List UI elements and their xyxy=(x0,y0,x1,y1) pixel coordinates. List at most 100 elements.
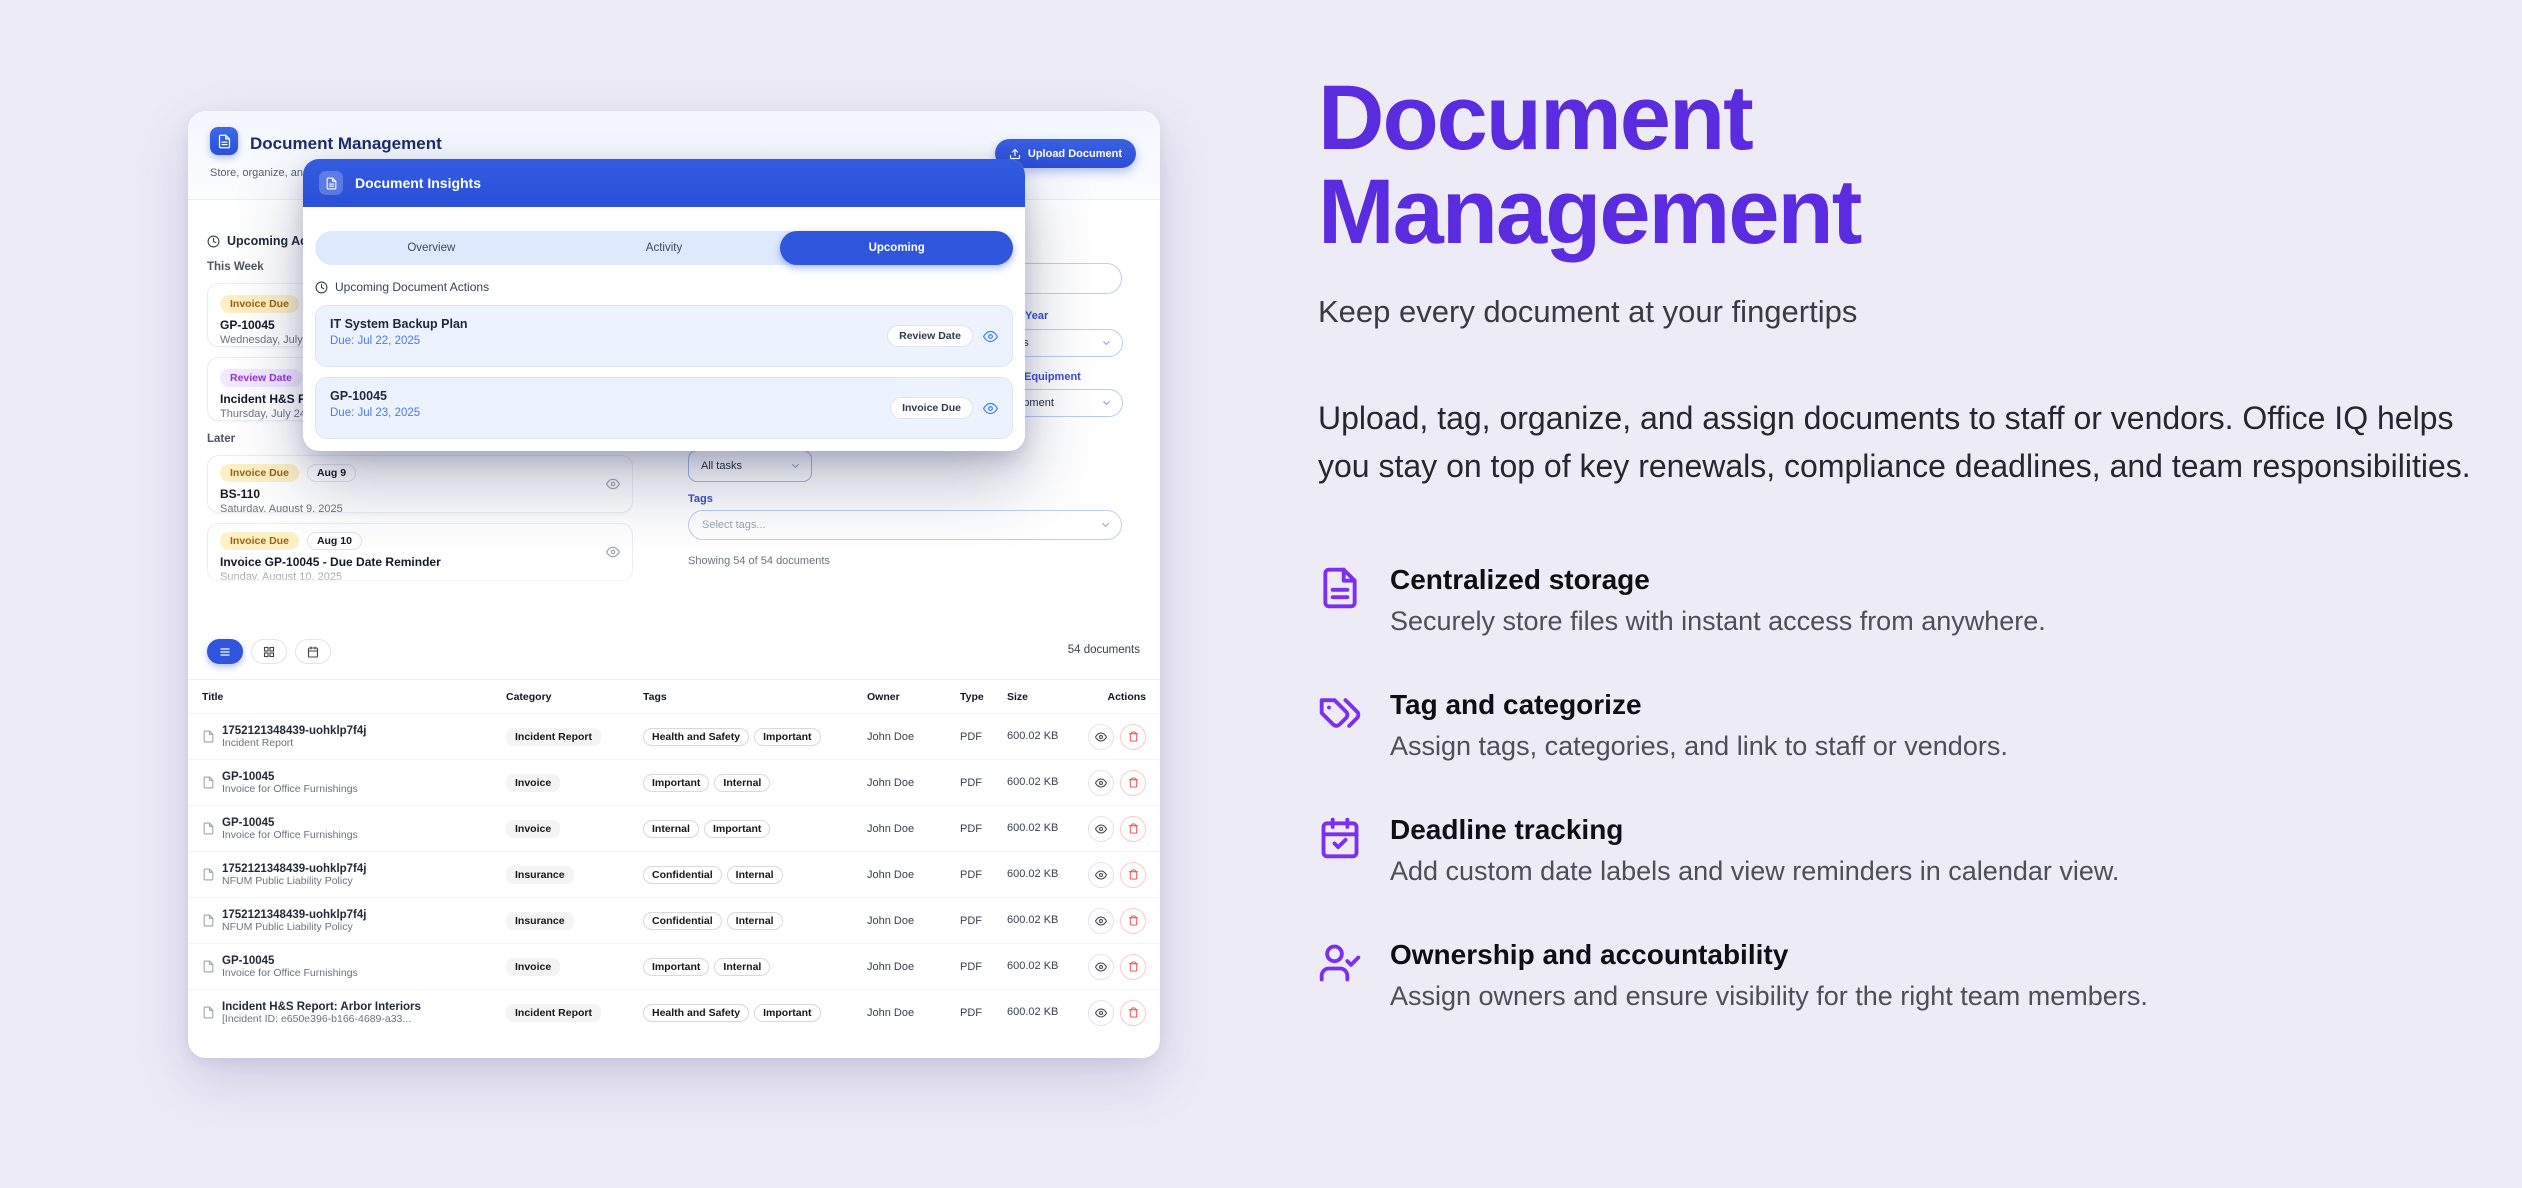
tags-filter-label: Tags xyxy=(688,493,713,505)
modal-upcoming-item[interactable]: IT System Backup Plan Due: Jul 22, 2025 … xyxy=(315,305,1013,367)
eye-icon[interactable] xyxy=(983,329,998,344)
row-type: PDF xyxy=(960,777,1007,789)
item-badge: Invoice Due xyxy=(890,397,973,419)
view-button[interactable] xyxy=(1088,908,1114,934)
table-row[interactable]: 1752121348439-uohklp7f4j Incident Report… xyxy=(188,713,1160,759)
tab-activity[interactable]: Activity xyxy=(548,231,781,265)
delete-button[interactable] xyxy=(1120,954,1146,980)
row-type: PDF xyxy=(960,869,1007,881)
tags-placeholder: Select tags... xyxy=(702,519,766,531)
row-owner: John Doe xyxy=(867,961,960,973)
item-badge: Review Date xyxy=(887,325,973,347)
tag-chip: Health and Safety xyxy=(643,1004,749,1022)
category-chip: Insurance xyxy=(506,912,574,930)
marketing-heading: DocumentManagement xyxy=(1318,72,2482,260)
tag-chip: Confidential xyxy=(643,912,722,930)
tags-cell: InternalImportant xyxy=(643,820,867,838)
eye-icon xyxy=(1095,915,1107,927)
eye-icon[interactable] xyxy=(606,545,620,559)
row-owner: John Doe xyxy=(867,731,960,743)
tag-chip: Internal xyxy=(714,774,770,792)
row-title: 1752121348439-uohklp7f4j xyxy=(222,909,366,921)
row-subtitle: [Incident ID: e650e396-b166-4689-a33... xyxy=(222,1013,421,1025)
upcoming-card[interactable]: Invoice Due Aug 10 Invoice GP-10045 - Du… xyxy=(207,523,633,581)
grid-view-button[interactable] xyxy=(251,639,287,664)
view-button[interactable] xyxy=(1088,954,1114,980)
tab-upcoming[interactable]: Upcoming xyxy=(780,231,1013,265)
eye-icon[interactable] xyxy=(983,401,998,416)
feature-item: Tag and categorize Assign tags, categori… xyxy=(1318,689,2482,762)
modal-title: Document Insights xyxy=(355,175,481,191)
document-icon xyxy=(319,171,343,195)
table-row[interactable]: GP-10045 Invoice for Office Furnishings … xyxy=(188,805,1160,851)
delete-button[interactable] xyxy=(1120,770,1146,796)
upcoming-card[interactable]: Invoice Due Aug 9 BS-110 Saturday, Augus… xyxy=(207,455,633,513)
row-size: 600.02 KB xyxy=(1007,868,1080,882)
marketing-panel: DocumentManagement Keep every document a… xyxy=(1318,0,2482,1064)
calendar-icon xyxy=(307,646,319,658)
trash-icon xyxy=(1128,777,1139,788)
row-title: 1752121348439-uohklp7f4j xyxy=(222,863,366,875)
eye-icon[interactable] xyxy=(606,477,620,491)
category-chip: Incident Report xyxy=(506,1004,601,1022)
view-button[interactable] xyxy=(1088,862,1114,888)
row-size: 600.02 KB xyxy=(1007,730,1080,744)
file-icon xyxy=(202,730,215,743)
row-subtitle: NFUM Public Liability Policy xyxy=(222,921,366,933)
feature-description: Assign tags, categories, and link to sta… xyxy=(1390,731,2008,762)
delete-button[interactable] xyxy=(1120,816,1146,842)
row-owner: John Doe xyxy=(867,823,960,835)
list-view-button[interactable] xyxy=(207,639,243,664)
upload-icon xyxy=(1009,148,1021,160)
delete-button[interactable] xyxy=(1120,1000,1146,1026)
feature-list: Centralized storage Securely store files… xyxy=(1318,564,2482,1012)
tag-chip: Important xyxy=(754,1004,820,1022)
delete-button[interactable] xyxy=(1120,862,1146,888)
table-row[interactable]: GP-10045 Invoice for Office Furnishings … xyxy=(188,943,1160,989)
feature-description: Securely store files with instant access… xyxy=(1390,606,2046,637)
tags-cell: Confidential Internal xyxy=(643,912,867,930)
view-button[interactable] xyxy=(1088,1000,1114,1026)
showing-count-text: Showing 54 of 54 documents xyxy=(688,555,830,567)
category-chip: Invoice xyxy=(506,820,560,838)
feature-title: Deadline tracking xyxy=(1390,814,2119,846)
trash-icon xyxy=(1128,869,1139,880)
tasks-select[interactable]: All tasks xyxy=(688,450,812,482)
file-icon xyxy=(202,868,215,881)
marketing-paragraph: Upload, tag, organize, and assign docume… xyxy=(1318,394,2482,490)
row-title: Incident H&S Report: Arbor Interiors xyxy=(222,1001,421,1013)
tab-overview[interactable]: Overview xyxy=(315,231,548,265)
row-size: 600.02 KB xyxy=(1007,914,1080,928)
file-icon xyxy=(202,822,215,835)
page-title: Document Management xyxy=(250,134,442,154)
row-type: PDF xyxy=(960,731,1007,743)
table-row[interactable]: 1752121348439-uohklp7f4j NFUM Public Lia… xyxy=(188,897,1160,943)
modal-header: Document Insights xyxy=(303,159,1025,207)
table-row[interactable]: Incident H&S Report: Arbor Interiors [In… xyxy=(188,989,1160,1035)
feature-description: Assign owners and ensure visibility for … xyxy=(1390,981,2148,1012)
view-button[interactable] xyxy=(1088,770,1114,796)
modal-upcoming-item[interactable]: GP-10045 Due: Jul 23, 2025 Invoice Due xyxy=(315,377,1013,439)
tag-chip: Internal xyxy=(727,912,783,930)
delete-button[interactable] xyxy=(1120,724,1146,750)
tag-chip: Internal xyxy=(714,958,770,976)
row-subtitle: Invoice for Office Furnishings xyxy=(222,829,358,841)
row-subtitle: NFUM Public Liability Policy xyxy=(222,875,366,887)
table-row[interactable]: 1752121348439-uohklp7f4j NFUM Public Lia… xyxy=(188,851,1160,897)
tags-cell: Health and SafetyImportant xyxy=(643,728,867,746)
row-size: 600.02 KB xyxy=(1007,822,1080,836)
delete-button[interactable] xyxy=(1120,908,1146,934)
tags-cell: Health and Safety Important xyxy=(643,1004,867,1022)
chevron-down-icon xyxy=(1101,338,1112,349)
view-button[interactable] xyxy=(1088,724,1114,750)
file-icon xyxy=(202,914,215,927)
calendar-view-button[interactable] xyxy=(295,639,331,664)
upcoming-card-title: BS-110 xyxy=(220,487,620,501)
chevron-down-icon xyxy=(1101,398,1112,409)
feature-title: Ownership and accountability xyxy=(1390,939,2148,971)
tags-select-input[interactable]: Select tags... xyxy=(688,510,1122,540)
documents-table: Title Category Tags Owner Type Size Acti… xyxy=(188,679,1160,1035)
table-row[interactable]: GP-10045 Invoice for Office Furnishings … xyxy=(188,759,1160,805)
view-button[interactable] xyxy=(1088,816,1114,842)
view-toggle-group xyxy=(207,639,331,664)
